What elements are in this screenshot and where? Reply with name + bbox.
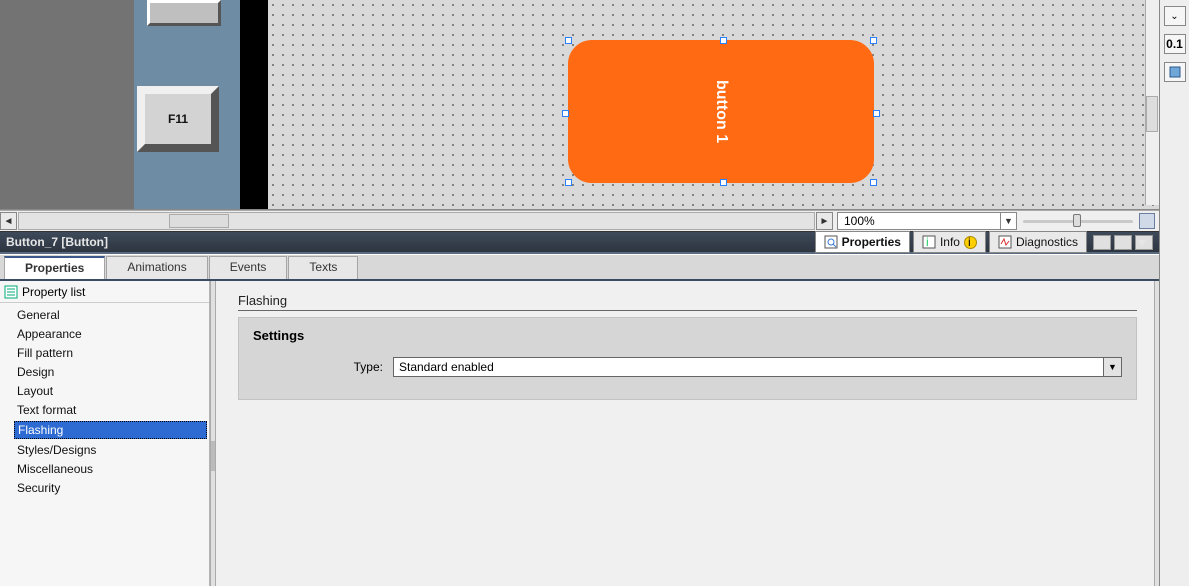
- properties-icon: [824, 235, 838, 249]
- chevron-down-icon[interactable]: ▼: [1000, 213, 1016, 229]
- tab-diagnostics[interactable]: Diagnostics: [989, 231, 1087, 253]
- settings-group-title: Settings: [253, 328, 1122, 343]
- resize-handle[interactable]: [565, 179, 572, 186]
- property-tree-title: Property list: [22, 285, 85, 299]
- property-area: Property list General Appearance Fill patt…: [0, 281, 1159, 586]
- inspector-titlebar: Button_7 [Button] Properties i Info i Di…: [0, 232, 1159, 254]
- key-box-top[interactable]: [147, 0, 221, 26]
- inspector-object-name: Button_7 [Button]: [6, 235, 108, 249]
- layout-button-2[interactable]: [1114, 235, 1132, 250]
- property-item-flashing[interactable]: Flashing: [14, 421, 207, 439]
- canvas-grid[interactable]: button 1: [240, 0, 1159, 209]
- maximize-editor-button[interactable]: [1139, 213, 1155, 229]
- zoom-value: 100%: [838, 214, 875, 228]
- subtab-animations[interactable]: Animations: [106, 256, 207, 279]
- design-canvas[interactable]: F11 button 1: [0, 0, 1159, 210]
- resize-handle[interactable]: [873, 110, 880, 117]
- resize-handle[interactable]: [870, 37, 877, 44]
- property-item-fill-pattern[interactable]: Fill pattern: [14, 345, 207, 361]
- settings-group: Settings Type: Standard enabled ▼: [238, 317, 1137, 400]
- resize-handle[interactable]: [720, 179, 727, 186]
- property-item-security[interactable]: Security: [14, 480, 207, 496]
- canvas-left-panel: F11: [0, 0, 240, 209]
- svg-text:i: i: [926, 235, 929, 249]
- property-item-general[interactable]: General: [14, 307, 207, 323]
- function-key-label: F11: [168, 112, 188, 126]
- zoom-slider[interactable]: [1023, 212, 1133, 230]
- resize-handle[interactable]: [565, 37, 572, 44]
- property-item-miscellaneous[interactable]: Miscellaneous: [14, 461, 207, 477]
- zoom-combobox[interactable]: 100% ▼: [837, 212, 1017, 230]
- diagnostics-icon: [998, 235, 1012, 249]
- toolbox-button-1[interactable]: 0.1: [1164, 34, 1186, 54]
- tab-info[interactable]: i Info i: [913, 231, 986, 253]
- hscroll-track[interactable]: [18, 212, 815, 230]
- resize-handle[interactable]: [720, 37, 727, 44]
- resize-handle[interactable]: [562, 110, 569, 117]
- hscroll-left-button[interactable]: ◄: [0, 212, 17, 230]
- type-label: Type:: [253, 360, 383, 374]
- section-title: Flashing: [238, 293, 1137, 311]
- hscroll-thumb[interactable]: [169, 214, 229, 228]
- type-dropdown[interactable]: Standard enabled ▼: [393, 357, 1122, 377]
- property-item-text-format[interactable]: Text format: [14, 402, 207, 418]
- function-key-f11[interactable]: F11: [137, 86, 219, 152]
- property-tree: Property list General Appearance Fill patt…: [0, 281, 210, 586]
- property-item-appearance[interactable]: Appearance: [14, 326, 207, 342]
- layout-button-1[interactable]: [1093, 235, 1111, 250]
- property-item-layout[interactable]: Layout: [14, 383, 207, 399]
- svg-text:i: i: [968, 236, 971, 249]
- property-body: Flashing Settings Type: Standard enabled…: [216, 281, 1159, 586]
- resize-handle[interactable]: [870, 179, 877, 186]
- subtab-events[interactable]: Events: [209, 256, 288, 279]
- tab-properties[interactable]: Properties: [815, 231, 910, 253]
- chevron-down-icon[interactable]: ▼: [1103, 358, 1121, 376]
- subtab-properties[interactable]: Properties: [4, 256, 105, 279]
- selected-button-object[interactable]: button 1: [568, 40, 874, 183]
- chevron-down-icon[interactable]: ⌄: [1164, 6, 1186, 26]
- collapse-button[interactable]: ▼: [1135, 235, 1153, 250]
- info-icon: i: [922, 235, 936, 249]
- button-object-label: button 1: [712, 80, 730, 143]
- property-item-styles-designs[interactable]: Styles/Designs: [14, 442, 207, 458]
- property-tree-header[interactable]: Property list: [0, 281, 209, 303]
- warning-icon: i: [964, 236, 977, 249]
- canvas-vertical-scrollbar[interactable]: [1145, 0, 1159, 205]
- subtab-texts[interactable]: Texts: [288, 256, 358, 279]
- inspector-subtabs: Properties Animations Events Texts: [0, 254, 1159, 281]
- type-value: Standard enabled: [399, 360, 494, 374]
- list-icon: [4, 285, 18, 299]
- right-toolbar: ⌄ 0.1: [1159, 0, 1189, 586]
- canvas-footer-bar: ◄ ► 100% ▼: [0, 210, 1159, 232]
- hscroll-right-button[interactable]: ►: [816, 212, 833, 230]
- property-item-design[interactable]: Design: [14, 364, 207, 380]
- zoom-slider-knob[interactable]: [1073, 214, 1081, 227]
- toolbox-button-2[interactable]: [1164, 62, 1186, 82]
